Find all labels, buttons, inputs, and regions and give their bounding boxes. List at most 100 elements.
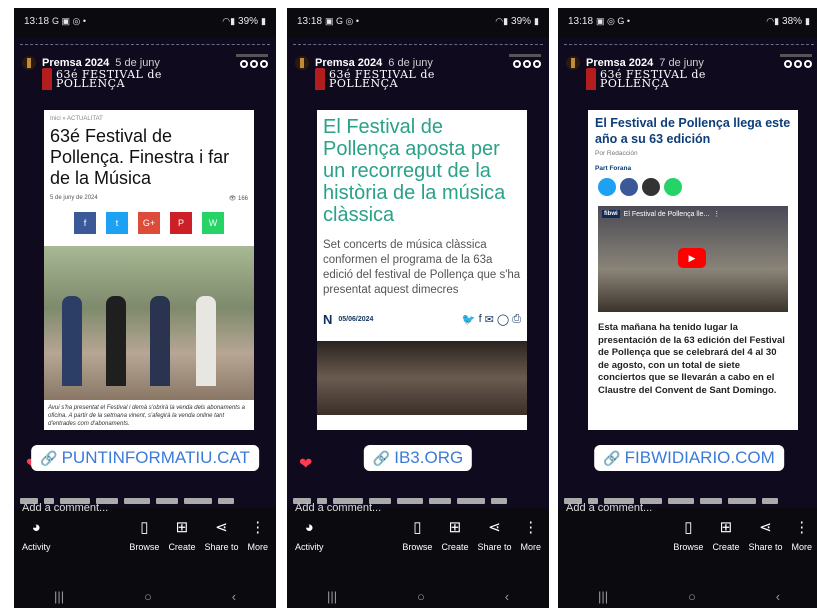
home-icon[interactable]: ○ bbox=[417, 589, 425, 604]
add-comment-input[interactable]: Add a comment... bbox=[566, 502, 652, 514]
photo-caption: Avui s'ha presentat el Festival i demà s… bbox=[48, 405, 245, 427]
video-more-icon[interactable]: ⋮ bbox=[713, 210, 720, 218]
story-action-bar: ◕ Activity ▯ Browse ⊞ Create ⋖ Share to … bbox=[287, 520, 549, 576]
article-body: Esta mañana ha tenido lugar la presentac… bbox=[598, 322, 785, 396]
youtube-video-embed[interactable]: fibwi El Festival de Pollença lle... ⋮ ▶ bbox=[598, 206, 788, 312]
sponsor-badge bbox=[780, 54, 812, 68]
sponsor-badge bbox=[509, 54, 541, 68]
system-nav-bar: ||| ○ ‹ bbox=[14, 584, 276, 608]
status-bar: 13:18 G ▣ ◎ • ◠▮ 39% ▮ bbox=[14, 8, 276, 34]
status-time: 13:18 bbox=[568, 15, 594, 27]
status-notification-icons: G ▣ ◎ • bbox=[52, 15, 87, 26]
recents-icon[interactable]: ||| bbox=[54, 589, 64, 604]
more-button[interactable]: ⋮ More bbox=[247, 520, 268, 576]
browse-button[interactable]: ▯ Browse bbox=[129, 520, 159, 576]
more-button[interactable]: ⋮ More bbox=[791, 520, 812, 576]
share-label: Share to bbox=[748, 542, 783, 552]
tower-icon bbox=[315, 68, 325, 90]
story-progress-bar bbox=[293, 44, 543, 46]
link-url[interactable]: IB3.ORG bbox=[394, 448, 463, 468]
link-sticker[interactable]: 🔗 FIBWIDIARIO.COM bbox=[594, 445, 784, 471]
festival-logo: 63é FESTIVAL de POLLENÇA bbox=[315, 68, 435, 90]
story-view[interactable]: Premsa 2024 6 de juny 63é FESTIVAL de PO… bbox=[287, 38, 549, 514]
more-button[interactable]: ⋮ More bbox=[520, 520, 541, 576]
status-notification-icons: ▣ G ◎ • bbox=[325, 15, 360, 26]
back-icon[interactable]: ‹ bbox=[776, 589, 780, 604]
home-icon[interactable]: ○ bbox=[144, 589, 152, 604]
battery-icon: ▮ bbox=[261, 15, 266, 26]
concert-photo bbox=[317, 341, 527, 415]
whatsapp-icon bbox=[664, 178, 682, 196]
create-icon: ⊞ bbox=[175, 519, 189, 536]
browse-label: Browse bbox=[129, 542, 160, 552]
activity-eye-icon: ◕ bbox=[31, 519, 41, 536]
like-heart-icon[interactable]: ❤ bbox=[299, 454, 312, 474]
share-button[interactable]: ⋖ Share to bbox=[477, 520, 511, 576]
link-url[interactable]: FIBWIDIARIO.COM bbox=[625, 448, 775, 468]
article-date: 05/06/2024 bbox=[338, 316, 374, 323]
share-button[interactable]: ⋖ Share to bbox=[204, 520, 238, 576]
status-time: 13:18 bbox=[24, 15, 50, 27]
share-icon: ⋖ bbox=[759, 519, 772, 536]
story-action-bar: ◕ Activity ▯ Browse ⊞ Create ⋖ Share to … bbox=[14, 520, 276, 576]
create-label: Create bbox=[441, 542, 469, 552]
activity-button[interactable]: ◕ Activity bbox=[22, 520, 51, 576]
link-icon: 🔗 bbox=[603, 449, 621, 466]
link-sticker[interactable]: 🔗 PUNTINFORMATIU.CAT bbox=[31, 445, 259, 471]
activity-button[interactable]: ◕ Activity bbox=[295, 520, 324, 576]
avatar[interactable] bbox=[566, 56, 580, 70]
tower-icon bbox=[42, 68, 52, 90]
share-button[interactable]: ⋖ Share to bbox=[748, 520, 782, 576]
share-label: Share to bbox=[477, 542, 512, 552]
battery-level: 39% bbox=[238, 15, 259, 27]
browse-button[interactable]: ▯ Browse bbox=[673, 520, 703, 576]
create-button[interactable]: ⊞ Create bbox=[168, 520, 195, 576]
create-button[interactable]: ⊞ Create bbox=[441, 520, 468, 576]
avatar[interactable] bbox=[22, 56, 36, 70]
link-icon: 🔗 bbox=[372, 449, 391, 466]
recents-icon[interactable]: ||| bbox=[598, 589, 608, 604]
story-view[interactable]: Premsa 2024 5 de juny 63é FESTIVAL de PO… bbox=[14, 38, 276, 514]
status-notification-icons: ▣ ◎ G • bbox=[596, 15, 631, 26]
add-comment-input[interactable]: Add a comment... bbox=[22, 502, 108, 514]
browse-icon: ▯ bbox=[413, 519, 422, 536]
story-view[interactable]: Premsa 2024 7 de juny 63é FESTIVAL de PO… bbox=[558, 38, 817, 514]
browse-button[interactable]: ▯ Browse bbox=[402, 520, 432, 576]
link-sticker[interactable]: 🔗 IB3.ORG bbox=[363, 445, 473, 471]
article-card: El Festival de Pollença llega este año a… bbox=[588, 110, 798, 430]
avatar[interactable] bbox=[295, 56, 309, 70]
home-icon[interactable]: ○ bbox=[688, 589, 696, 604]
create-label: Create bbox=[168, 542, 196, 552]
play-button-icon[interactable]: ▶ bbox=[678, 248, 706, 268]
view-count: 👁 166 bbox=[228, 196, 248, 202]
recents-icon[interactable]: ||| bbox=[327, 589, 337, 604]
whatsapp-icon: ◯ bbox=[496, 314, 510, 326]
article-byline: Por Redacción bbox=[595, 150, 638, 157]
article-title: 63é Festival de Pollença. Finestra i far… bbox=[50, 126, 230, 188]
status-time: 13:18 bbox=[297, 15, 323, 27]
facebook-icon bbox=[620, 178, 638, 196]
more-label: More bbox=[791, 542, 812, 552]
browse-label: Browse bbox=[402, 542, 433, 552]
battery-icon: ▮ bbox=[805, 15, 810, 26]
section-label: Part Forana bbox=[595, 165, 632, 172]
more-vertical-icon: ⋮ bbox=[523, 519, 539, 536]
back-icon[interactable]: ‹ bbox=[505, 589, 509, 604]
status-bar: 13:18 ▣ G ◎ • ◠▮ 39% ▮ bbox=[287, 8, 549, 34]
share-buttons: 🐦 f ✉ ◯ ⎙ bbox=[462, 313, 521, 326]
article-date: 5 de juny de 2024 bbox=[50, 195, 98, 201]
battery-icon: ▮ bbox=[534, 15, 539, 26]
battery-level: 38% bbox=[782, 15, 803, 27]
share-buttons: f t G+ P W bbox=[44, 208, 254, 238]
article-title: El Festival de Pollença aposta per un re… bbox=[323, 116, 506, 226]
wifi-signal-icon: ◠▮ bbox=[766, 15, 780, 26]
add-comment-input[interactable]: Add a comment... bbox=[295, 502, 381, 514]
share-icon: ⋖ bbox=[488, 519, 501, 536]
back-icon[interactable]: ‹ bbox=[232, 589, 236, 604]
sponsor-badge bbox=[236, 54, 268, 68]
story-progress-bar bbox=[20, 44, 270, 46]
browse-icon: ▯ bbox=[684, 519, 693, 536]
create-button[interactable]: ⊞ Create bbox=[712, 520, 739, 576]
link-url[interactable]: PUNTINFORMATIU.CAT bbox=[62, 448, 250, 468]
share-label: Share to bbox=[204, 542, 239, 552]
